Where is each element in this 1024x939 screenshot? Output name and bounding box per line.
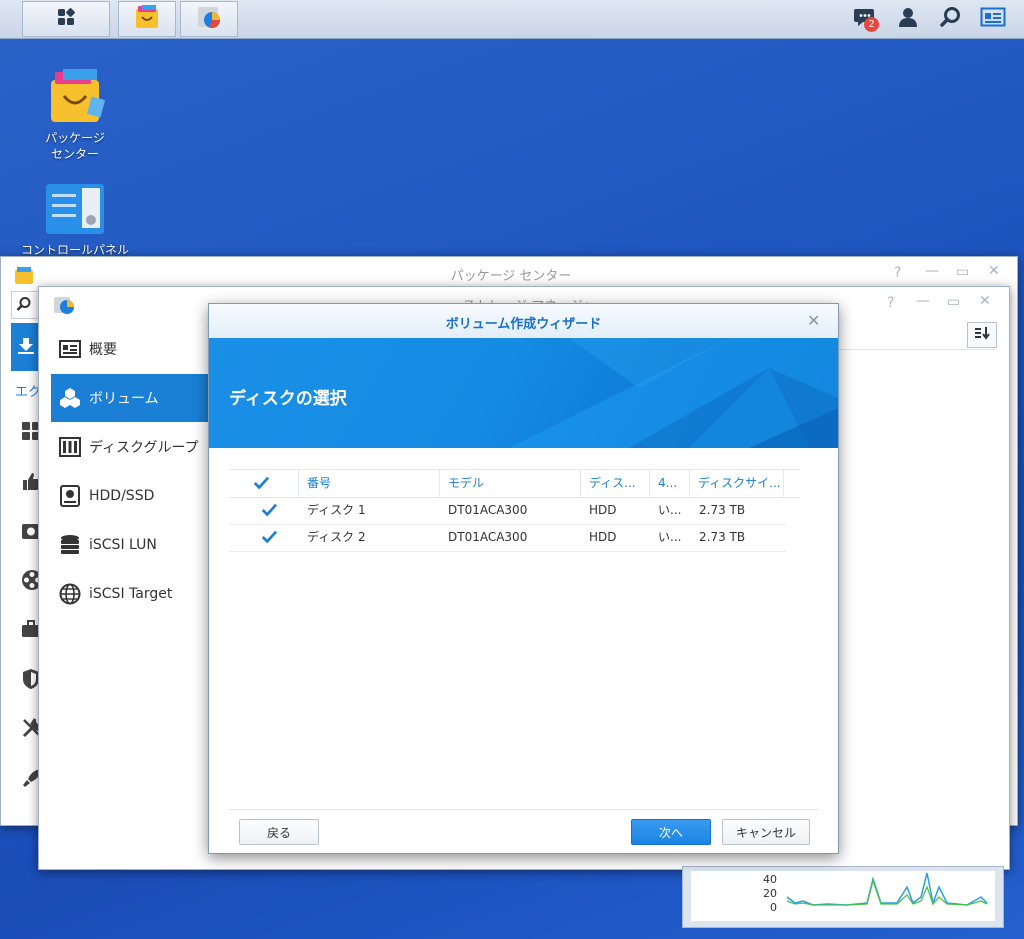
maximize-icon[interactable]: ▭ <box>947 294 960 310</box>
storage-manager-icon <box>53 295 75 319</box>
help-icon[interactable]: ? <box>887 295 894 311</box>
search-button[interactable] <box>938 6 964 32</box>
widgets-icon <box>980 6 1006 32</box>
y-tick-label: 20 <box>763 887 777 900</box>
column-header-disk-size[interactable]: ディスクサイ... <box>690 470 784 497</box>
sidebar-item-label: iSCSI LUN <box>89 537 157 553</box>
iscsi-lun-icon <box>59 534 81 556</box>
cell-type: HDD <box>589 530 617 544</box>
column-header-number[interactable]: 番号 <box>299 470 440 497</box>
apps-grid-icon <box>56 7 76 31</box>
cell-number: ディスク 2 <box>307 530 366 544</box>
table-row[interactable]: ディスク 1 DT01ACA300 HDD い... 2.73 TB <box>229 497 786 525</box>
y-tick-label: 40 <box>763 873 777 886</box>
window-title: パッケージ センター <box>450 269 572 284</box>
cell-type: HDD <box>589 503 617 517</box>
sidebar-item-overview[interactable]: 概要 <box>51 325 211 373</box>
overview-icon <box>59 338 81 360</box>
widget-y-axis: 40 20 0 <box>761 873 777 915</box>
cell-size: 2.73 TB <box>699 530 746 544</box>
wizard-title: ボリューム作成ウィザード <box>445 317 602 332</box>
select-all-checkbox[interactable] <box>253 475 269 491</box>
taskbar-storage-manager[interactable] <box>180 1 238 37</box>
search-icon <box>16 296 32 316</box>
widget-sparkline <box>787 872 988 906</box>
sort-button[interactable] <box>967 322 997 348</box>
step-title: ディスクの選択 <box>229 389 347 409</box>
volume-icon <box>59 387 81 409</box>
help-icon[interactable]: ? <box>894 265 901 281</box>
cell-model: DT01ACA300 <box>448 503 528 517</box>
close-icon[interactable]: ✕ <box>988 263 1000 279</box>
wizard-banner: ディスクの選択 <box>209 338 838 448</box>
desktop-icon-label: パッケージ <box>45 131 105 145</box>
user-button[interactable] <box>895 6 921 32</box>
minimize-icon[interactable]: — <box>916 293 930 309</box>
wizard-title-bar: ボリューム作成ウィザード ✕ <box>209 304 838 339</box>
installed-tab[interactable] <box>11 323 41 371</box>
resource-monitor-widget: 40 20 0 <box>682 866 1004 928</box>
cell-4k: い... <box>658 530 682 544</box>
disk-table-header: 番号 モデル ディス... 4... ディスクサイ... <box>229 469 800 498</box>
next-button[interactable]: 次へ <box>631 819 711 845</box>
main-menu-button[interactable] <box>22 1 110 37</box>
row-checkbox[interactable] <box>261 529 277 545</box>
package-center-icon <box>13 265 35 289</box>
package-center-icon <box>133 3 161 35</box>
sidebar-item-label: ボリューム <box>89 391 159 407</box>
sidebar-item-volume[interactable]: ボリューム <box>51 374 211 422</box>
search-icon <box>940 6 962 32</box>
taskbar: 2 <box>0 0 1024 39</box>
maximize-icon[interactable]: ▭ <box>956 264 969 280</box>
sidebar-item-iscsi-lun[interactable]: iSCSI LUN <box>51 521 211 569</box>
download-icon <box>17 337 35 359</box>
desktop-icon-control-panel[interactable]: コントロールパネル <box>20 182 130 258</box>
select-all-column <box>229 470 299 497</box>
y-tick-label: 0 <box>770 901 777 914</box>
notification-badge: 2 <box>864 17 879 32</box>
sidebar-item-label: 概要 <box>89 342 117 358</box>
control-panel-icon <box>44 182 106 236</box>
column-header-disk-type[interactable]: ディス... <box>581 470 650 497</box>
volume-creation-wizard: ボリューム作成ウィザード ✕ ディスクの選択 番号 モデル ディス... 4..… <box>208 303 839 854</box>
sidebar-item-iscsi-target[interactable]: iSCSI Target <box>51 570 211 618</box>
column-header-4k[interactable]: 4... <box>650 470 690 497</box>
widgets-button[interactable] <box>980 6 1006 32</box>
cancel-button[interactable]: キャンセル <box>722 819 810 845</box>
sidebar-item-label: HDD/SSD <box>89 488 155 504</box>
cell-4k: い... <box>658 503 682 517</box>
minimize-icon[interactable]: — <box>925 263 939 279</box>
back-button[interactable]: 戻る <box>239 819 319 845</box>
storage-manager-icon <box>195 3 223 35</box>
disk-group-icon <box>59 436 81 458</box>
sidebar-item-label: iSCSI Target <box>89 586 173 602</box>
close-icon[interactable]: ✕ <box>807 311 820 330</box>
cell-size: 2.73 TB <box>699 503 746 517</box>
close-icon[interactable]: ✕ <box>979 293 991 309</box>
cell-model: DT01ACA300 <box>448 530 528 544</box>
user-icon <box>897 6 919 32</box>
footer-divider <box>229 809 818 810</box>
sidebar-item-label: ディスクグループ <box>89 440 199 456</box>
table-row[interactable]: ディスク 2 DT01ACA300 HDD い... 2.73 TB <box>229 524 786 552</box>
cell-number: ディスク 1 <box>307 503 366 517</box>
iscsi-target-icon <box>59 583 81 605</box>
desktop-icon-package-center[interactable]: パッケージ センター <box>20 66 130 162</box>
hdd-icon <box>59 485 81 507</box>
row-checkbox[interactable] <box>261 502 277 518</box>
column-header-model[interactable]: モデル <box>440 470 581 497</box>
taskbar-package-center[interactable] <box>118 1 176 37</box>
desktop-icon-label: センター <box>50 147 99 161</box>
sidebar-item-disk-group[interactable]: ディスクグループ <box>51 423 211 471</box>
package-center-icon <box>45 66 106 126</box>
sidebar-item-hdd-ssd[interactable]: HDD/SSD <box>51 472 211 520</box>
sort-icon <box>974 326 990 344</box>
